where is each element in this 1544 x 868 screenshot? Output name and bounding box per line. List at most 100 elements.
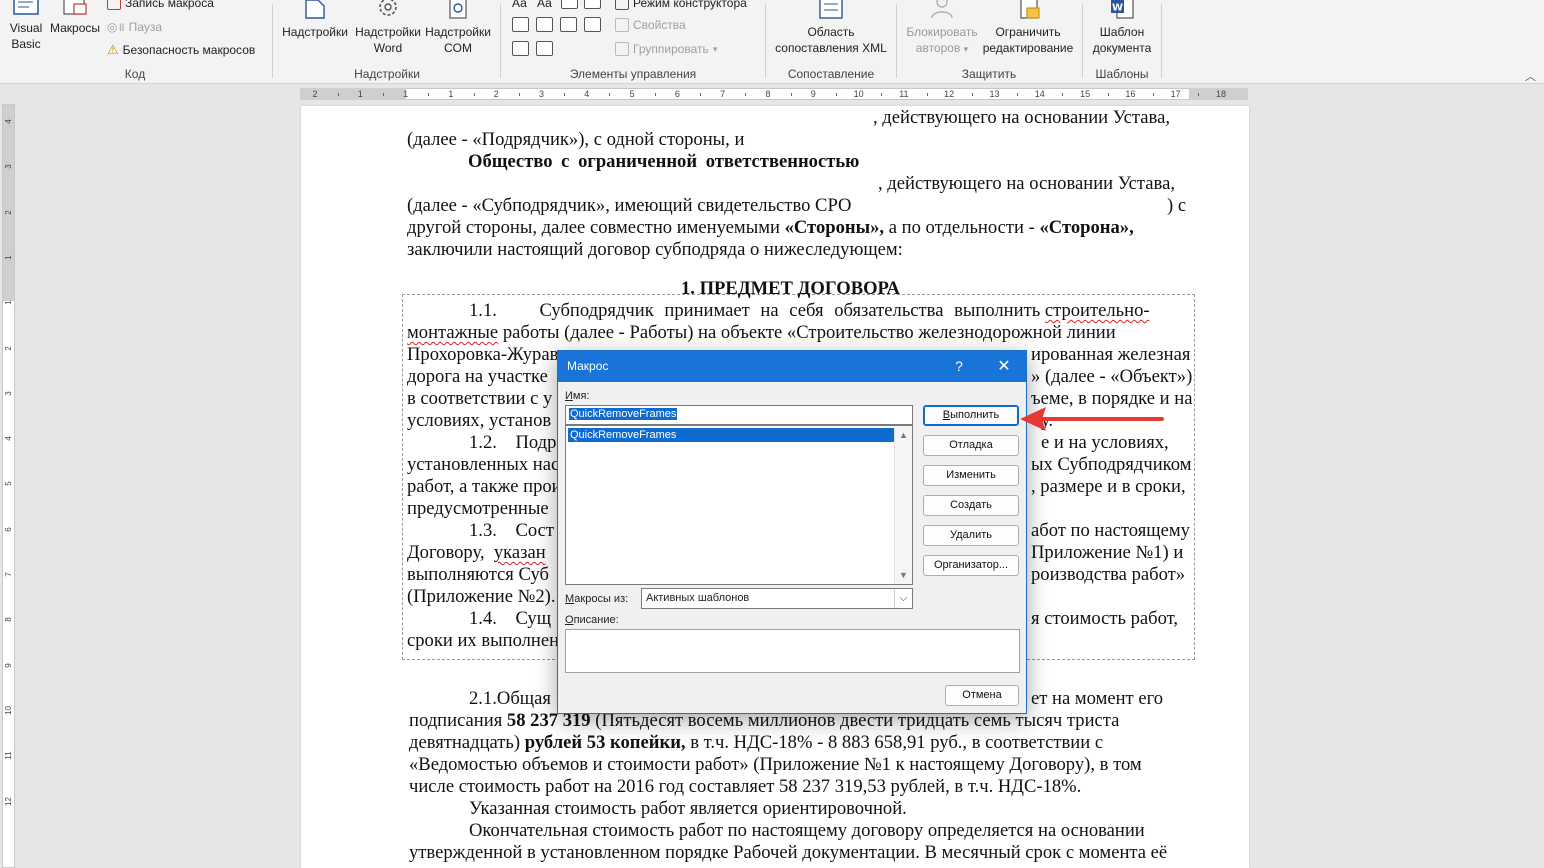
doc-line: 1.4. Сущ bbox=[469, 608, 552, 629]
ruler-tick bbox=[382, 93, 384, 96]
gear-icon bbox=[379, 0, 397, 16]
group-button[interactable]: Группировать ▾ bbox=[615, 42, 717, 56]
ruler-number: 5 bbox=[629, 89, 635, 99]
doc-line: Прохоровка-Журав bbox=[407, 344, 559, 365]
design-mode-button[interactable]: Режим конструктора bbox=[615, 0, 747, 10]
combobox-control-icon[interactable] bbox=[536, 17, 553, 32]
doc-line: 1.1. Субподрядчик принимает на себя обяз… bbox=[469, 300, 1150, 322]
ruler-number: 3 bbox=[4, 164, 13, 170]
word-template-icon: W bbox=[1111, 0, 1134, 19]
horizontal-ruler[interactable]: 2 1 1 1 2 3 4 5 6 7 8 9 10 11 12 13 14 15 16 17 18 bbox=[0, 85, 1544, 102]
edit-button[interactable]: Изменить bbox=[923, 465, 1019, 486]
com-addins-label-1: Надстройки bbox=[425, 25, 491, 39]
delete-button[interactable]: Удалить bbox=[923, 525, 1019, 546]
ruler-tick bbox=[881, 93, 883, 96]
doc-bold: «Сторона», bbox=[1039, 217, 1134, 238]
ruler-tick bbox=[564, 93, 566, 96]
properties-button[interactable]: Свойства bbox=[615, 18, 686, 32]
addins-icon bbox=[305, 0, 325, 19]
macros-from-select[interactable]: Активных шаблонов ⌵ bbox=[641, 588, 913, 609]
macro-security-label: Безопасность макросов bbox=[122, 43, 256, 57]
com-addins-icon bbox=[449, 0, 467, 19]
macros-button[interactable]: Макросы bbox=[48, 0, 102, 36]
doc-line: числе стоимость работ на 2016 год состав… bbox=[409, 776, 1082, 797]
macro-name-input[interactable]: QuickRemoveFrames bbox=[565, 405, 913, 425]
ruler-number: 4 bbox=[4, 119, 13, 124]
group-label-code: Код bbox=[124, 67, 146, 81]
record-macro-button[interactable]: Запись макроса bbox=[107, 0, 214, 10]
doc-line: Договору, указан bbox=[407, 542, 546, 564]
group-label-protect: Защитить bbox=[961, 67, 1017, 81]
addins-button[interactable]: Надстройки bbox=[280, 0, 350, 40]
ruler-tick bbox=[1107, 93, 1109, 96]
visual-basic-button[interactable]: Visual Basic bbox=[6, 0, 46, 52]
ruler-number: 5 bbox=[4, 481, 13, 487]
doc-line: заключили настоящий договор субподряда о… bbox=[407, 239, 903, 260]
record-macro-label: Запись макроса bbox=[125, 0, 214, 10]
block-authors-button[interactable]: Блокировать авторов ▾ bbox=[902, 0, 982, 57]
ruler-number: 11 bbox=[4, 751, 13, 760]
restrict-editing-button[interactable]: Ограничить редактирование bbox=[980, 0, 1076, 56]
ruler-tick bbox=[337, 93, 339, 96]
rich-text-control-button[interactable]: Аа bbox=[512, 0, 527, 10]
person-icon bbox=[931, 0, 953, 19]
checkbox-control-icon[interactable] bbox=[512, 17, 529, 32]
com-addins-label-2: COM bbox=[444, 41, 472, 55]
ribbon-separator bbox=[272, 4, 273, 78]
chevron-down-icon[interactable]: ⌵ bbox=[894, 589, 912, 608]
ruler-number: 11 bbox=[899, 89, 909, 99]
legacy-tools-icon[interactable] bbox=[536, 41, 553, 56]
ribbon-separator bbox=[1082, 4, 1083, 78]
word-addins-button[interactable]: Надстройки Word bbox=[352, 0, 424, 56]
group-label-controls: Элементы управления bbox=[569, 67, 697, 81]
scroll-up-icon[interactable]: ▲ bbox=[899, 430, 908, 440]
doc-text: 1.1. Субподрядчик принимает на себя обяз… bbox=[469, 300, 1041, 321]
vertical-ruler[interactable]: 4 3 2 1 1 2 3 4 5 6 7 8 9 10 11 12 bbox=[2, 104, 15, 868]
cancel-button[interactable]: Отмена bbox=[945, 685, 1019, 706]
com-addins-button[interactable]: Надстройки COM bbox=[422, 0, 494, 56]
properties-icon bbox=[615, 18, 629, 32]
dropdown-control-icon[interactable] bbox=[560, 17, 577, 32]
picture-control-icon[interactable] bbox=[561, 0, 578, 9]
macro-list-scrollbar[interactable]: ▲ ▼ bbox=[894, 426, 912, 584]
organizer-button[interactable]: Организатор... bbox=[923, 555, 1019, 576]
doc-line: абот по настоящему bbox=[1031, 520, 1190, 541]
ruler-tick bbox=[700, 93, 702, 96]
plain-text-control-button[interactable]: Аа bbox=[537, 0, 552, 10]
xml-mapping-label-1: Область bbox=[807, 25, 855, 39]
ruler-number: 13 bbox=[989, 89, 1000, 99]
doc-line: ет на момент его bbox=[1031, 688, 1164, 709]
ruler-number: 4 bbox=[584, 89, 590, 99]
debug-button[interactable]: Отладка bbox=[923, 435, 1019, 456]
visual-basic-icon bbox=[13, 0, 39, 15]
block-authors-label-1: Блокировать bbox=[906, 25, 978, 39]
ribbon: Visual Basic Макросы Запись макроса ◎॥ П… bbox=[0, 0, 1544, 84]
block-authors-label-2: авторов ▾ bbox=[915, 41, 969, 55]
macro-list[interactable]: QuickRemoveFrames ▲ ▼ bbox=[565, 425, 913, 585]
macro-list-item[interactable]: QuickRemoveFrames bbox=[568, 428, 894, 442]
create-button[interactable]: Создать bbox=[923, 495, 1019, 516]
close-button[interactable]: ✕ bbox=[988, 351, 1020, 382]
ruler-tick bbox=[609, 93, 611, 96]
macros-from-label: Макросы из: bbox=[565, 593, 629, 605]
group-button-label: Группировать bbox=[633, 42, 709, 56]
xml-mapping-pane-button[interactable]: Область сопоставления XML bbox=[772, 0, 890, 56]
building-block-control-icon[interactable] bbox=[584, 0, 601, 9]
macros-from-value: Активных шаблонов bbox=[646, 592, 750, 604]
scroll-down-icon[interactable]: ▼ bbox=[899, 570, 908, 580]
doc-line: в соответствии с у bbox=[407, 388, 553, 409]
doc-line: установленных нас bbox=[407, 454, 560, 475]
document-template-button[interactable]: W Шаблон документа bbox=[1088, 0, 1156, 56]
ruler-number: 3 bbox=[4, 391, 13, 396]
collapse-ribbon-icon[interactable]: ︿ bbox=[1525, 68, 1536, 83]
dialog-titlebar[interactable]: Макрос ? ✕ bbox=[558, 351, 1026, 382]
warning-icon: ⚠ bbox=[107, 42, 119, 57]
run-button[interactable]: Выполнить bbox=[923, 405, 1019, 426]
doc-line: сроки их выполнен bbox=[407, 630, 560, 651]
repeating-section-control-icon[interactable] bbox=[512, 41, 529, 56]
date-picker-control-icon[interactable] bbox=[584, 17, 601, 32]
help-button[interactable]: ? bbox=[943, 351, 975, 382]
pause-button[interactable]: ◎॥ Пауза bbox=[107, 18, 162, 35]
lock-document-icon bbox=[1020, 0, 1040, 19]
macro-security-button[interactable]: ⚠ Безопасность макросов bbox=[107, 42, 255, 58]
